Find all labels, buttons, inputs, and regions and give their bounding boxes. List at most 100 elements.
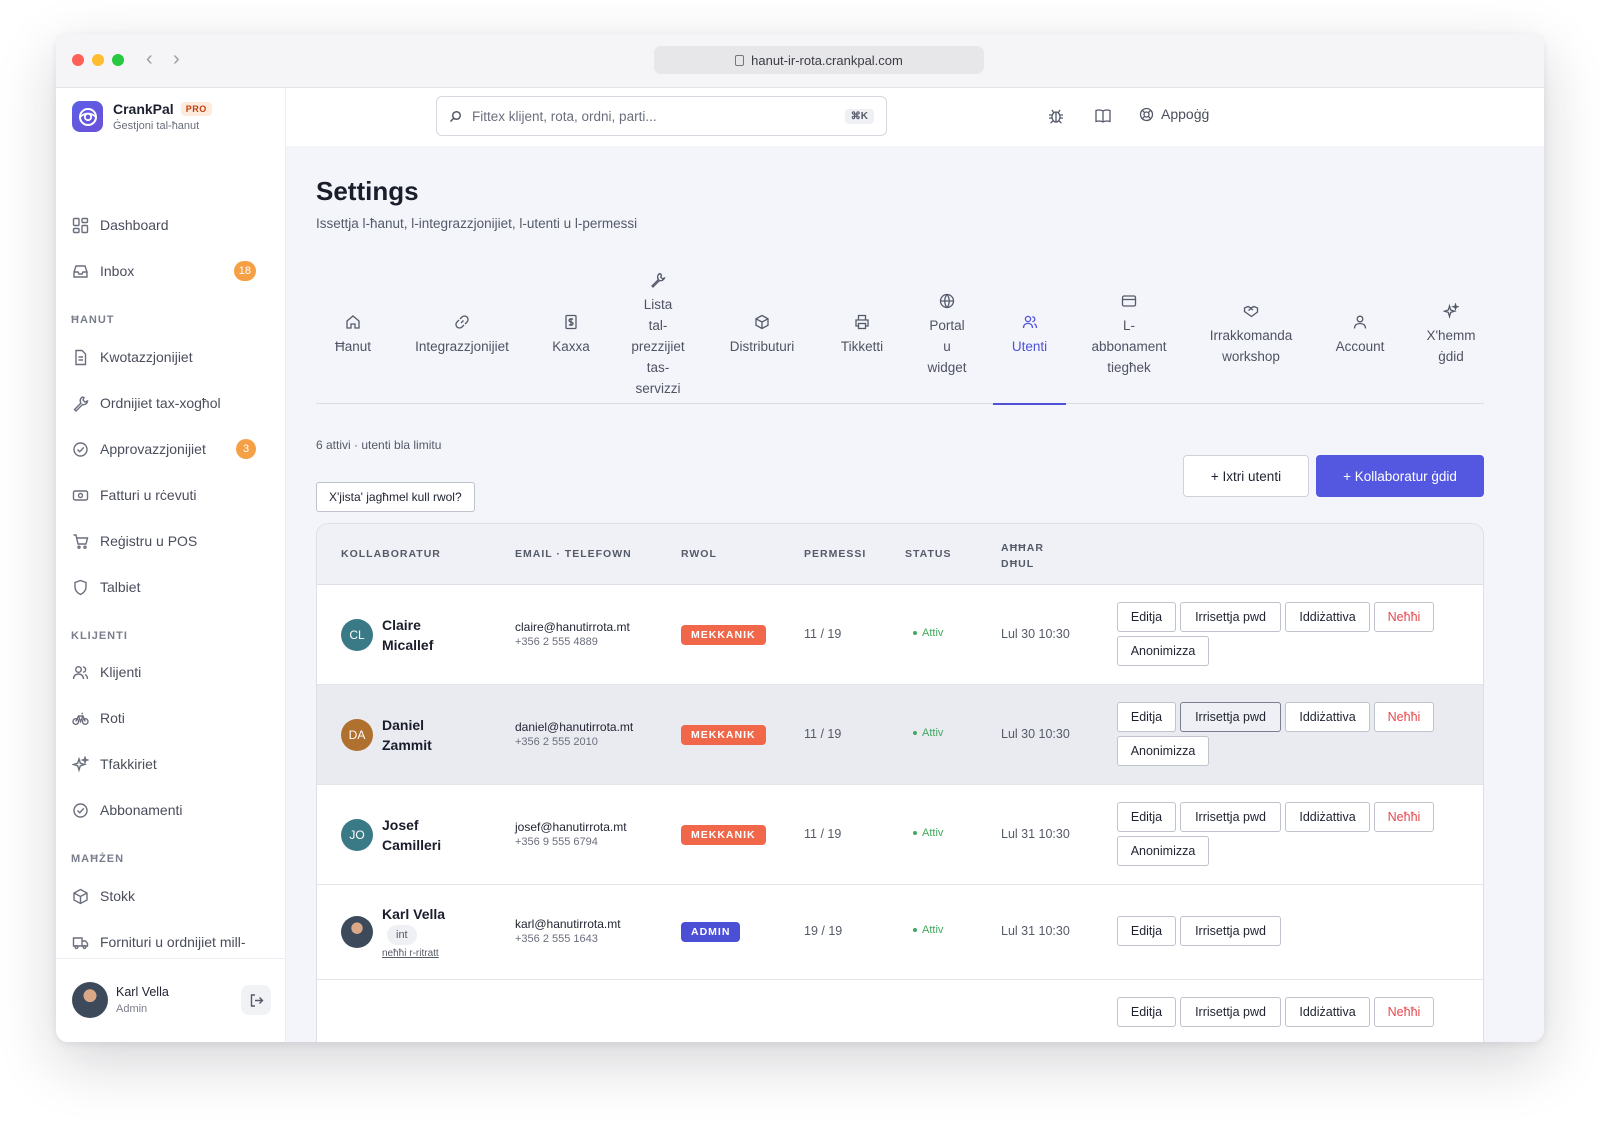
reset-password-button[interactable]: Irrisettja pwd (1180, 802, 1281, 832)
sidebar-item-dashboard[interactable]: Dashboard (70, 208, 270, 242)
column-header-contact[interactable]: EMAIL · TELEFOWN (515, 548, 632, 560)
tab-whats-new[interactable]: X'hemm ġdid (1420, 266, 1482, 404)
sidebar-item-customers[interactable]: Klijenti (70, 655, 270, 689)
deactivate-button[interactable]: Iddiżattiva (1285, 997, 1370, 1027)
role-badge: MEKKANIK (681, 625, 766, 645)
edit-button[interactable]: Editja (1117, 916, 1176, 946)
edit-button[interactable]: Editja (1117, 997, 1176, 1027)
sidebar-item-quotes[interactable]: Kwotazzjonijiet (70, 340, 270, 374)
tab-account[interactable]: Account (1330, 266, 1390, 404)
reset-password-button[interactable]: Irrisettja pwd (1180, 602, 1281, 632)
anonymize-button[interactable]: Anonimizza (1117, 736, 1209, 766)
wrench-icon (73, 395, 89, 412)
pro-badge: PRO (180, 102, 212, 116)
docs-button[interactable] (1094, 107, 1112, 130)
minimize-window-button[interactable] (92, 54, 104, 66)
reset-password-button[interactable]: Irrisettja pwd (1180, 702, 1281, 732)
bug-report-button[interactable] (1047, 107, 1065, 130)
maximize-window-button[interactable] (112, 54, 124, 66)
back-arrow-icon[interactable]: ‹ (146, 48, 153, 70)
sidebar-item-bikes[interactable]: Roti (70, 701, 270, 735)
bug-icon (1049, 109, 1063, 124)
remove-button[interactable]: Neħħi (1374, 802, 1434, 832)
sidebar-item-work-orders[interactable]: Ordnijiet tax-xogħol (70, 386, 270, 420)
shield-icon (74, 579, 87, 595)
sidebar-item-suppliers[interactable]: Fornituri u ordnijiet mill- (70, 925, 270, 959)
crankpal-logo-icon (72, 101, 103, 132)
status-badge: Attiv (913, 924, 943, 936)
tab-integrations[interactable]: Integrazzjonijiet (410, 266, 514, 404)
new-collaborator-button[interactable]: + Kollaboratur ġdid (1316, 455, 1484, 497)
tab-users[interactable]: Utenti (993, 266, 1066, 405)
grid-icon (72, 217, 89, 233)
sidebar-item-label: Stokk (100, 888, 136, 904)
box-icon (755, 314, 769, 329)
url-text: hanut-ir-rota.crankpal.com (751, 52, 903, 68)
remove-button[interactable]: Neħħi (1374, 997, 1434, 1027)
status-text: Attiv (922, 827, 944, 839)
deactivate-button[interactable]: Iddiżattiva (1285, 802, 1370, 832)
tab-label: Distributuri (729, 338, 795, 354)
tab-label: Portal u widget (927, 317, 967, 375)
bike-icon (72, 712, 89, 725)
search-placeholder: Fittex klijent, rota, ordni, parti... (472, 108, 657, 124)
deactivate-button[interactable]: Iddiżattiva (1285, 702, 1370, 732)
edit-button[interactable]: Editja (1117, 602, 1176, 632)
deactivate-button[interactable]: Iddiżattiva (1285, 602, 1370, 632)
sidebar-item-approvals[interactable]: Approvazzjonijiet 3 (70, 432, 270, 466)
tab-distributors[interactable]: Distributuri (724, 266, 800, 404)
edit-button[interactable]: Editja (1117, 802, 1176, 832)
logout-button[interactable] (241, 985, 271, 1015)
reset-password-button[interactable]: Irrisettja pwd (1180, 916, 1281, 946)
user-avatar[interactable] (72, 982, 108, 1018)
tab-subscription[interactable]: L- abbonament tiegħek (1086, 266, 1172, 404)
anonymize-button[interactable]: Anonimizza (1117, 836, 1209, 866)
tab-cash-register[interactable]: Kaxxa (544, 266, 598, 404)
status-text: Attiv (922, 727, 944, 739)
column-header-status[interactable]: STATUS (905, 548, 951, 560)
sidebar-item-claims[interactable]: Talbiet (70, 570, 270, 604)
printer-icon (855, 314, 869, 329)
sidebar-item-reminders[interactable]: Tfakkiriet (70, 747, 270, 781)
sidebar-item-label: Inbox (100, 263, 135, 279)
reset-password-button[interactable]: Irrisettja pwd (1180, 997, 1281, 1027)
page-title: Settings (316, 176, 419, 206)
table-row[interactable]: JO Josef Camilleri josef@hanutirrota.mt … (317, 785, 1483, 885)
sidebar-user-footer: Karl Vella Admin (56, 958, 285, 1042)
collaborator-email: daniel@hanutirrota.mt (515, 720, 634, 734)
help-button[interactable]: Appoġġ (1139, 106, 1209, 122)
tab-service-price-list[interactable]: Lista tal- prezzijiet tas- servizzi (626, 266, 690, 404)
anonymize-button[interactable]: Anonimizza (1117, 636, 1209, 666)
sidebar-item-stock[interactable]: Stokk (70, 879, 270, 913)
edit-button[interactable]: Editja (1117, 702, 1176, 732)
tab-portal-widget[interactable]: Portal u widget (921, 266, 973, 404)
column-header-collaborator[interactable]: KOLLABORATUR (341, 548, 441, 560)
forward-arrow-icon[interactable]: › (173, 48, 180, 70)
tab-labels[interactable]: Tikketti (831, 266, 893, 404)
table-row[interactable]: DA Daniel Zammit daniel@hanutirrota.mt +… (317, 685, 1483, 785)
table-row[interactable]: Karl Vella int neħħi r-ritratt karl@hanu… (317, 885, 1483, 980)
address-bar[interactable]: hanut-ir-rota.crankpal.com (654, 46, 984, 74)
table-row[interactable]: Editja Irrisettja pwd Iddiżattiva Neħħi (317, 980, 1483, 1042)
buy-users-button[interactable]: + Ixtri utenti (1183, 455, 1309, 497)
remove-photo-link[interactable]: neħħi r-ritratt (382, 948, 439, 959)
column-header-permissions[interactable]: PERMESSI (804, 548, 866, 560)
table-row[interactable]: CL Claire Micallef claire@hanutirrota.mt… (317, 585, 1483, 685)
search-input[interactable]: Fittex klijent, rota, ordni, parti... ⌘K (436, 96, 887, 136)
tab-refer-workshop[interactable]: Irrakkomanda workshop (1202, 266, 1300, 404)
column-header-last-login[interactable]: AĦĦAR DĦUL (1001, 540, 1044, 572)
brand[interactable]: CrankPal PRO Ġestjoni tal-ħanut (72, 101, 212, 132)
column-header-role[interactable]: RWOL (681, 548, 717, 560)
lifebuoy-icon (1139, 107, 1154, 121)
sidebar-item-subscriptions[interactable]: Abbonamenti (70, 793, 270, 827)
sidebar-item-register-pos[interactable]: Reġistru u POS (70, 524, 270, 558)
sidebar-item-invoices[interactable]: Fatturi u rċevuti (70, 478, 270, 512)
close-window-button[interactable] (72, 54, 84, 66)
remove-button[interactable]: Neħħi (1374, 702, 1434, 732)
role-info-button[interactable]: X'jista' jagħmel kull rwol? (316, 482, 475, 512)
active-users-count: 6 attivi · utenti bla limitu (316, 438, 442, 452)
sidebar-item-inbox[interactable]: Inbox 18 (70, 254, 270, 288)
tab-shop[interactable]: Ħanut (324, 266, 382, 404)
role-badge: ADMIN (681, 922, 741, 942)
remove-button[interactable]: Neħħi (1374, 602, 1434, 632)
